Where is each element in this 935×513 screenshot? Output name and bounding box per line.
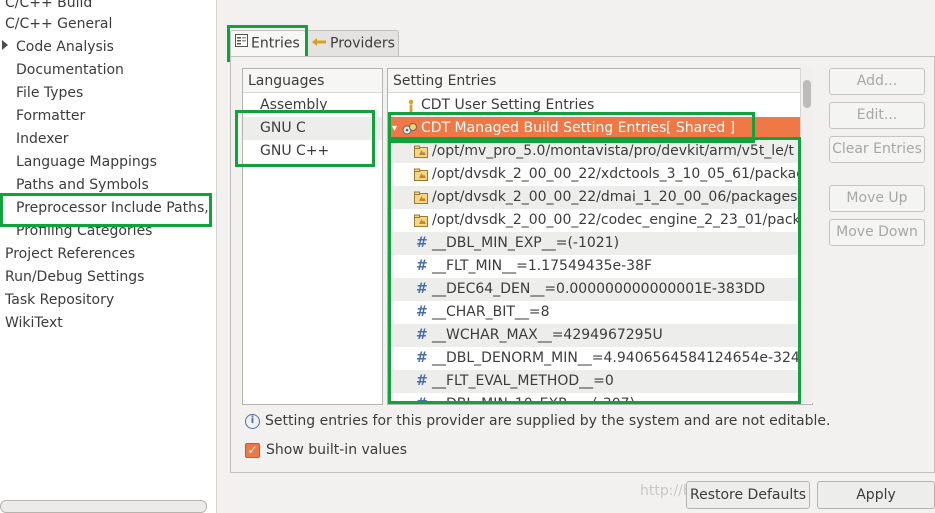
entries-icon: [235, 31, 248, 56]
tree-item-language-mappings[interactable]: Language Mappings: [16, 151, 157, 174]
macro-hash-icon: #: [416, 327, 428, 343]
setting-entry-text: __DEC64_DEN__=0.000000000000001E-383DD: [432, 281, 766, 297]
macro-hash-icon: #: [416, 373, 428, 389]
include-folder-icon: [414, 167, 428, 181]
entry-managed-label: CDT Managed Build Setting Entries: [421, 120, 667, 136]
setting-entry-text: __WCHAR_MAX__=4294967295U: [432, 327, 663, 343]
property-tree: C/C++ Build C/C++ General Code Analysis …: [0, 0, 217, 513]
tab-providers[interactable]: Providers: [306, 30, 399, 57]
setting-entry-text: /opt/dvsdk_2_00_00_22/codec_engine_2_23_…: [432, 212, 809, 228]
entries-scroll-thumb[interactable]: [803, 80, 811, 108]
setting-entry-text: /opt/dvsdk_2_00_00_22/xdctools_3_10_05_6…: [432, 166, 806, 182]
tab-entries-label: Entries: [251, 35, 300, 52]
language-item-gnu-cpp[interactable]: GNU C++: [243, 140, 382, 163]
tree-item-file-types[interactable]: File Types: [16, 82, 83, 105]
entries-vertical-scrollbar[interactable]: [800, 68, 813, 403]
entry-managed-build[interactable]: ▾ CDT Managed Build Setting Entries [ Sh…: [388, 117, 812, 140]
include-folder-icon: [414, 190, 428, 204]
setting-entry-text: /opt/mv_pro_5.0/montavista/pro/devkit/ar…: [432, 143, 795, 159]
setting-entry-row[interactable]: /opt/dvsdk_2_00_00_22/xdctools_3_10_05_6…: [388, 163, 812, 186]
setting-entry-row[interactable]: /opt/dvsdk_2_00_00_22/codec_engine_2_23_…: [388, 209, 812, 232]
tree-horizontal-scrollbar[interactable]: [0, 500, 207, 513]
languages-header: Languages: [243, 69, 382, 93]
tree-item-documentation[interactable]: Documentation: [16, 59, 124, 82]
languages-list: Languages Assembly GNU C GNU C++: [242, 68, 383, 405]
tree-item-wikitext[interactable]: WikiText: [5, 312, 63, 335]
tree-item-code-analysis[interactable]: Code Analysis: [16, 36, 114, 59]
setting-entry-row[interactable]: /opt/dvsdk_2_00_00_22/dmai_1_20_00_06/pa…: [388, 186, 812, 209]
tab-entries[interactable]: Entries: [230, 30, 306, 57]
setting-entry-row[interactable]: /opt/mv_pro_5.0/montavista/pro/devkit/ar…: [388, 140, 812, 163]
language-item-gnu-c[interactable]: GNU C: [243, 117, 382, 140]
setting-entry-text: __DBL_MIN_10_EXP__=(-307): [432, 396, 635, 405]
tree-item-formatter[interactable]: Formatter: [16, 105, 85, 128]
add-button[interactable]: Add...: [829, 68, 925, 95]
language-item-assembly[interactable]: Assembly: [243, 94, 382, 117]
entry-user-settings[interactable]: CDT User Setting Entries: [388, 94, 812, 117]
show-builtin-checkbox[interactable]: ✓ Show built-in values: [245, 439, 407, 461]
setting-entry-text: __CHAR_BIT__=8: [432, 304, 550, 320]
setting-entries-list: Setting Entries CDT User Setting Entries…: [387, 68, 813, 405]
macro-hash-icon: #: [416, 350, 428, 366]
providers-icon: [311, 31, 327, 56]
expand-down-icon[interactable]: ▾: [392, 117, 397, 140]
macro-hash-icon: #: [416, 281, 428, 297]
tree-item-cpp-general[interactable]: C/C++ General: [5, 13, 112, 36]
setting-entry-row[interactable]: # __DBL_MIN_10_EXP__=(-307): [388, 393, 812, 405]
tree-item-preprocessor-include-paths[interactable]: Preprocessor Include Paths,: [16, 197, 209, 220]
expand-arrow-icon[interactable]: [2, 40, 8, 50]
setting-entry-text: __DBL_DENORM_MIN__=4.9406564584124654e-3…: [432, 350, 800, 366]
info-text: Setting entries for this provider are su…: [265, 413, 831, 429]
tree-item-profiling-categories[interactable]: Profiling Categories: [16, 220, 152, 243]
setting-entry-row[interactable]: # __DEC64_DEN__=0.000000000000001E-383DD: [388, 278, 812, 301]
apply-button[interactable]: Apply: [817, 481, 935, 509]
macro-hash-icon: #: [416, 304, 428, 320]
setting-entry-text: __FLT_MIN__=1.17549435e-38F: [432, 258, 653, 274]
managed-build-icon: [402, 121, 417, 135]
tab-providers-label: Providers: [330, 35, 395, 52]
tree-item-task-repository[interactable]: Task Repository: [5, 289, 114, 312]
move-down-button[interactable]: Move Down: [829, 219, 925, 246]
entry-shared-tag: [ Shared ]: [666, 120, 736, 136]
setting-entry-row[interactable]: # __CHAR_BIT__=8: [388, 301, 812, 324]
entry-user-label: CDT User Setting Entries: [421, 97, 595, 113]
include-folder-icon: [414, 213, 428, 227]
setting-entry-row[interactable]: # __DBL_MIN_EXP__=(-1021): [388, 232, 812, 255]
checkbox-checked-icon[interactable]: ✓: [245, 442, 260, 458]
info-icon: i: [245, 413, 260, 429]
setting-entry-row[interactable]: # __FLT_MIN__=1.17549435e-38F: [388, 255, 812, 278]
clear-entries-button[interactable]: Clear Entries: [829, 136, 925, 163]
setting-entry-row[interactable]: # __DBL_DENORM_MIN__=4.9406564584124654e-…: [388, 347, 812, 370]
setting-entry-text: __FLT_EVAL_METHOD__=0: [432, 373, 614, 389]
macro-hash-icon: #: [416, 258, 428, 274]
setting-entries-header: Setting Entries: [388, 69, 812, 93]
tree-item-indexer[interactable]: Indexer: [16, 128, 68, 151]
move-up-button[interactable]: Move Up: [829, 185, 925, 212]
setting-entry-text: /opt/dvsdk_2_00_00_22/dmai_1_20_00_06/pa…: [432, 189, 798, 205]
tree-item-paths-and-symbols[interactable]: Paths and Symbols: [16, 174, 149, 197]
info-message: i Setting entries for this provider are s…: [245, 410, 830, 432]
setting-entry-row[interactable]: # __WCHAR_MAX__=4294967295U: [388, 324, 812, 347]
tree-item-project-references[interactable]: Project References: [5, 243, 135, 266]
show-builtin-label: Show built-in values: [266, 442, 408, 458]
macro-hash-icon: #: [416, 235, 428, 251]
tree-item-run-debug-settings[interactable]: Run/Debug Settings: [5, 266, 144, 289]
macro-hash-icon: #: [416, 396, 428, 405]
setting-entry-row[interactable]: # __FLT_EVAL_METHOD__=0: [388, 370, 812, 393]
include-folder-icon: [414, 144, 428, 158]
restore-defaults-button[interactable]: Restore Defaults: [686, 481, 810, 509]
setting-entry-text: __DBL_MIN_EXP__=(-1021): [432, 235, 620, 251]
user-icon: [404, 98, 418, 113]
edit-button[interactable]: Edit...: [829, 102, 925, 129]
